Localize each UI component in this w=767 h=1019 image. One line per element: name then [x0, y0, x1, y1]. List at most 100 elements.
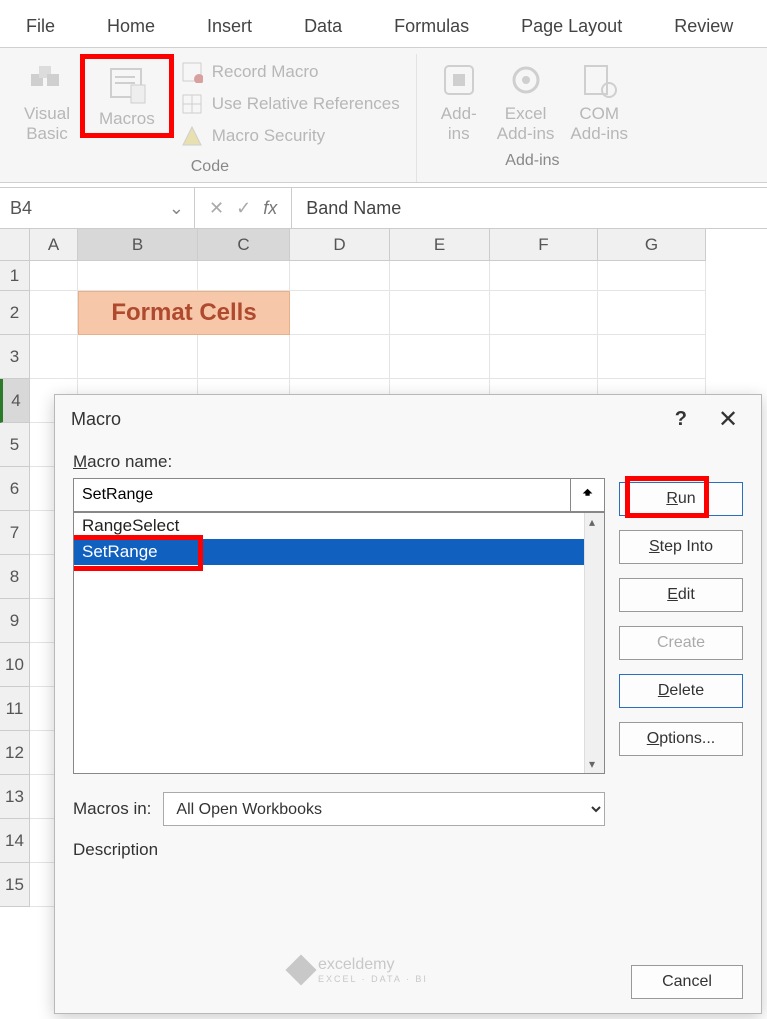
tab-formulas[interactable]: Formulas — [368, 6, 495, 47]
close-icon[interactable]: ✕ — [711, 405, 745, 434]
cell[interactable] — [390, 261, 490, 291]
column-header[interactable]: G — [598, 229, 706, 261]
cell[interactable] — [598, 335, 706, 379]
row-header[interactable]: 12 — [0, 731, 30, 775]
cell[interactable] — [198, 261, 290, 291]
com-addins-button[interactable]: COM Add-ins — [562, 54, 636, 148]
scrollbar[interactable] — [584, 513, 604, 773]
macro-dialog: Macro ? ✕ Macro name: 🠹 RangeSelect SetR… — [54, 394, 762, 1014]
cell[interactable] — [290, 291, 390, 335]
cell[interactable] — [598, 291, 706, 335]
cell[interactable] — [390, 335, 490, 379]
run-button[interactable]: Run — [619, 482, 743, 516]
row-header[interactable]: 1 — [0, 261, 30, 291]
tab-review[interactable]: Review — [648, 6, 759, 47]
macros-icon — [105, 63, 149, 107]
visual-basic-button[interactable]: Visual Basic — [16, 54, 78, 148]
tab-insert[interactable]: Insert — [181, 6, 278, 47]
title-cell: Format Cells — [78, 291, 290, 335]
tab-data[interactable]: Data — [278, 6, 368, 47]
cell[interactable] — [198, 335, 290, 379]
column-header[interactable]: D — [290, 229, 390, 261]
macros-in-select[interactable]: All Open Workbooks — [163, 792, 605, 826]
ribbon-group-code: Visual Basic Macros Record Macro Use Rel… — [4, 54, 417, 182]
row-header[interactable]: 4 — [0, 379, 30, 423]
formula-bar: B4 ⌄ ✕ ✓ fx Band Name — [0, 187, 767, 229]
row-header[interactable]: 2 — [0, 291, 30, 335]
tab-page-layout[interactable]: Page Layout — [495, 6, 648, 47]
macro-security-label: Macro Security — [212, 126, 325, 146]
macro-list-item[interactable]: SetRange — [74, 539, 604, 565]
cell[interactable] — [78, 261, 198, 291]
row-header[interactable]: 8 — [0, 555, 30, 599]
group-label-addins: Add-ins — [505, 148, 559, 176]
cell[interactable] — [78, 335, 198, 379]
fx-icon[interactable]: fx — [263, 198, 277, 219]
edit-button[interactable]: Edit — [619, 578, 743, 612]
record-macro-button[interactable]: Record Macro — [180, 60, 400, 84]
cancel-icon[interactable]: ✕ — [209, 198, 224, 219]
macro-security-button[interactable]: Macro Security — [180, 124, 400, 148]
row-header[interactable]: 9 — [0, 599, 30, 643]
watermark: exceldemyEXCEL · DATA · BI — [290, 956, 428, 984]
row-header[interactable]: 7 — [0, 511, 30, 555]
macro-list[interactable]: RangeSelect SetRange — [73, 512, 605, 774]
tab-file[interactable]: File — [0, 6, 81, 47]
addins-button[interactable]: Add- ins — [429, 54, 489, 148]
ribbon: Visual Basic Macros Record Macro Use Rel… — [0, 48, 767, 183]
macro-name-input[interactable] — [73, 478, 571, 512]
cell[interactable] — [290, 335, 390, 379]
use-relative-label: Use Relative References — [212, 94, 400, 114]
cell[interactable] — [30, 335, 78, 379]
name-box[interactable]: B4 ⌄ — [0, 188, 195, 228]
row-header[interactable]: 5 — [0, 423, 30, 467]
excel-addins-label: Excel Add-ins — [497, 104, 555, 144]
cell[interactable] — [490, 261, 598, 291]
macros-in-label: Macros in: — [73, 799, 151, 819]
column-header[interactable]: B — [78, 229, 198, 261]
column-header[interactable]: E — [390, 229, 490, 261]
row-header[interactable]: 11 — [0, 687, 30, 731]
step-into-button[interactable]: Step Into — [619, 530, 743, 564]
create-button: Create — [619, 626, 743, 660]
watermark-icon — [285, 954, 316, 985]
cell[interactable] — [490, 291, 598, 335]
delete-button[interactable]: Delete — [619, 674, 743, 708]
row-header[interactable]: 15 — [0, 863, 30, 907]
group-label-code: Code — [191, 154, 229, 182]
column-header[interactable]: C — [198, 229, 290, 261]
cell[interactable] — [30, 291, 78, 335]
cell[interactable] — [30, 261, 78, 291]
com-addins-icon — [577, 58, 621, 102]
formula-value[interactable]: Band Name — [292, 198, 767, 219]
grid-icon — [180, 92, 204, 116]
record-macro-icon — [180, 60, 204, 84]
macro-list-item[interactable]: RangeSelect — [74, 513, 604, 539]
row-header[interactable]: 3 — [0, 335, 30, 379]
select-all-corner[interactable] — [0, 229, 30, 261]
formula-controls: ✕ ✓ fx — [195, 188, 292, 228]
help-icon[interactable]: ? — [675, 408, 687, 431]
accept-icon[interactable]: ✓ — [236, 198, 251, 219]
use-relative-button[interactable]: Use Relative References — [180, 92, 400, 116]
warning-icon — [180, 124, 204, 148]
macros-button[interactable]: Macros — [80, 54, 174, 138]
row-header[interactable]: 6 — [0, 467, 30, 511]
row-header[interactable]: 13 — [0, 775, 30, 819]
column-header[interactable]: A — [30, 229, 78, 261]
tab-home[interactable]: Home — [81, 6, 181, 47]
excel-addins-button[interactable]: Excel Add-ins — [489, 54, 563, 148]
cell[interactable] — [598, 261, 706, 291]
addins-icon — [437, 58, 481, 102]
reference-collapse-icon[interactable]: 🠹 — [571, 478, 605, 512]
column-header[interactable]: F — [490, 229, 598, 261]
row-header[interactable]: 10 — [0, 643, 30, 687]
row-header[interactable]: 14 — [0, 819, 30, 863]
cell[interactable] — [390, 291, 490, 335]
visual-basic-icon — [25, 58, 69, 102]
cell[interactable] — [290, 261, 390, 291]
name-box-value: B4 — [10, 198, 32, 219]
cell[interactable] — [490, 335, 598, 379]
options-button[interactable]: Options... — [619, 722, 743, 756]
cancel-button[interactable]: Cancel — [631, 965, 743, 999]
